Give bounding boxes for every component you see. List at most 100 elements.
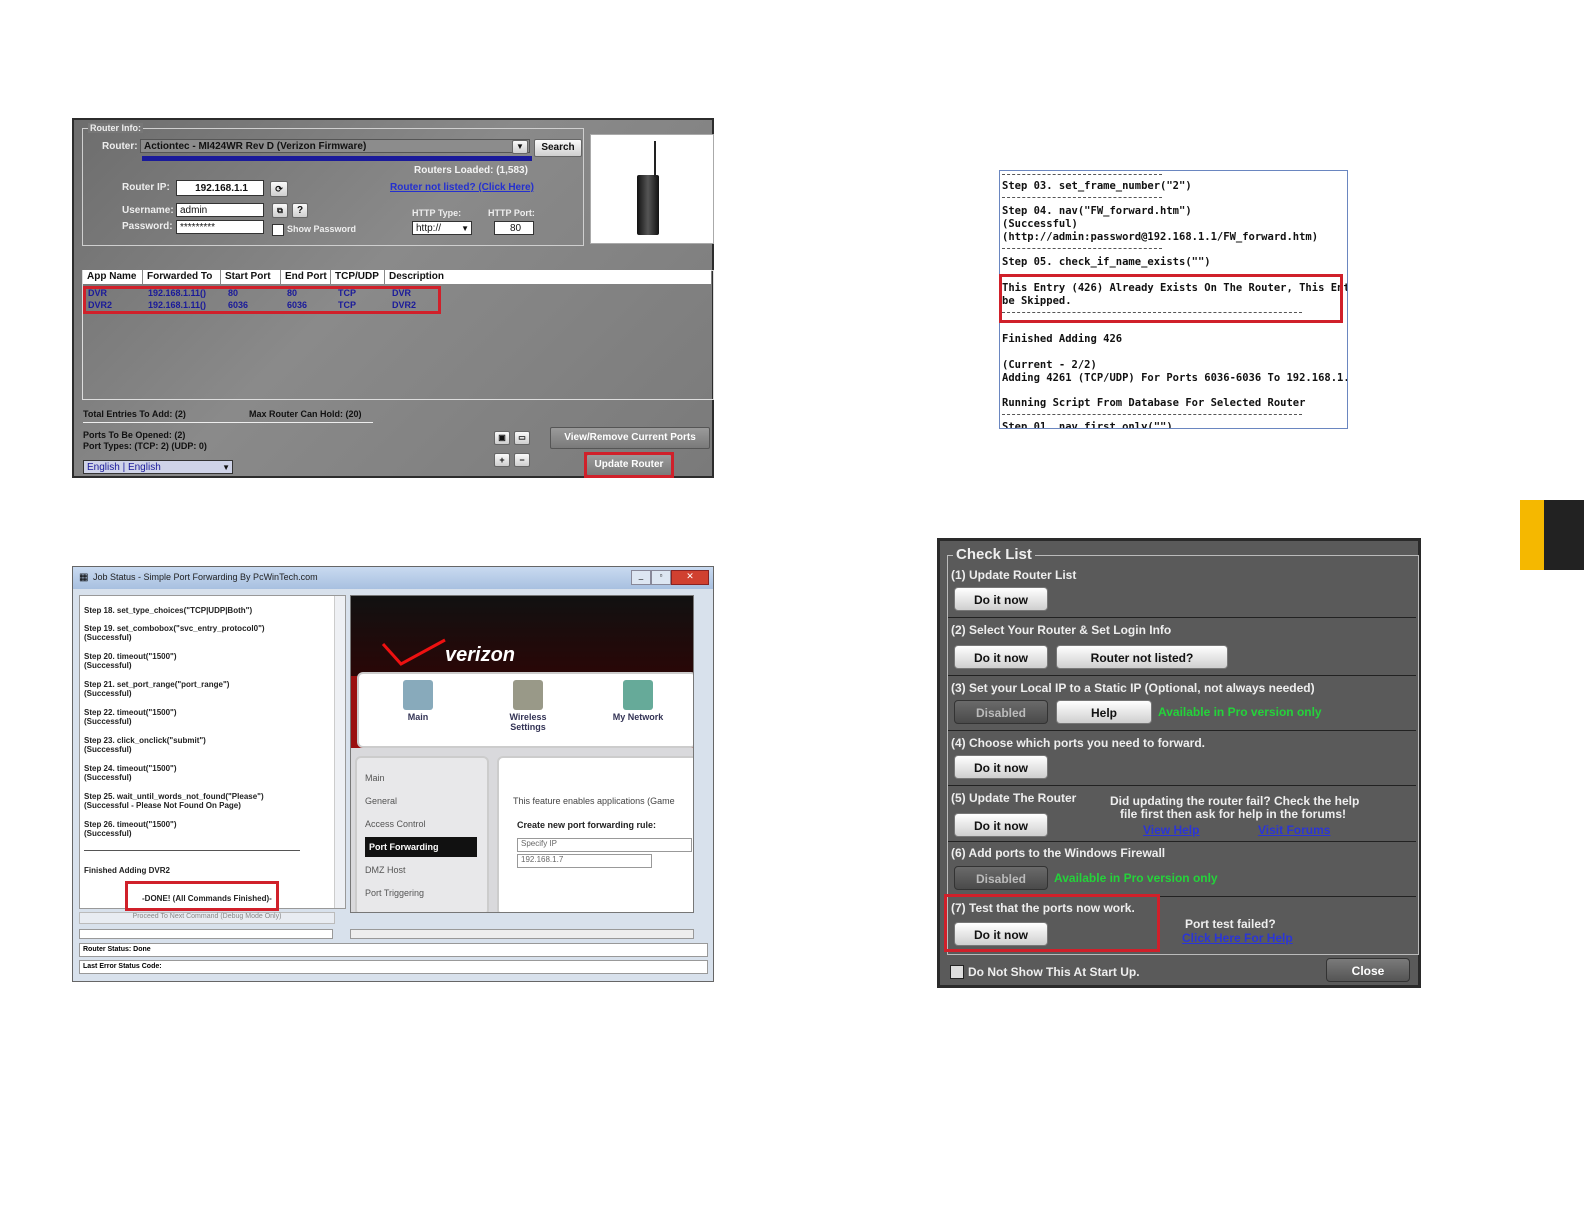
log-line: Step 03. set_frame_number("2") [1002,180,1192,192]
divider [1002,174,1162,175]
progress-bar [142,156,532,161]
close-icon[interactable]: ✕ [671,570,709,585]
col-tcp-udp: TCP/UDP [331,270,385,284]
log-line: Step 19. set_combobox("svc_entry_protoco… [84,624,265,633]
step-6-disabled-button[interactable]: Disabled [954,866,1048,890]
network-icon[interactable] [623,680,653,710]
http-port-input[interactable]: 80 [494,221,534,235]
divider [948,785,1416,786]
col-app-name: App Name [83,270,143,284]
feature-text: This feature enables applications (Game [513,796,675,806]
username-label: Username: [122,205,174,216]
maximize-icon[interactable]: ▫ [651,570,671,585]
log-line: Step 04. nav("FW_forward.htm") [1002,205,1192,217]
router-select[interactable]: Actiontec - MI424WR Rev D (Verizon Firmw… [140,139,530,153]
routers-loaded: Routers Loaded: (1,583) [414,165,528,176]
menu-item[interactable]: Access Control [365,814,477,834]
divider [948,841,1416,842]
divider [84,850,300,851]
refresh-icon[interactable]: ⟳ [270,181,288,197]
visit-forums-link[interactable]: Visit Forums [1258,823,1330,837]
left-menu: Main General Access Control Port Forward… [355,756,489,912]
log-line: Finished Adding 426 [1002,333,1123,345]
h-scrollbar[interactable] [350,929,694,939]
step-3-disabled-button[interactable]: Disabled [954,700,1048,724]
search-button[interactable]: Search [534,139,582,157]
save-icon[interactable]: ▣ [494,431,510,445]
log-line: Step 18. set_type_choices("TCP|UDP|Both"… [84,606,253,615]
log-line: Step 24. timeout("1500") [84,764,177,773]
log-scrollbar[interactable] [334,596,345,908]
port-types: Port Types: (TCP: 2) (UDP: 0) [83,441,207,451]
router-body [637,175,659,235]
port-test-failed: Port test failed? [1185,917,1276,931]
step-4-do-it-button[interactable]: Do it now [954,755,1048,779]
log-line: Step 25. wait_until_words_not_found("Ple… [84,792,264,801]
language-value: English | English [87,462,161,473]
step-5-do-it-button[interactable]: Do it now [954,813,1048,837]
router-select-value: Actiontec - MI424WR Rev D (Verizon Firmw… [144,141,367,152]
router-ip-label: Router IP: [122,182,170,193]
job-status-window: ▦ Job Status - Simple Port Forwarding By… [72,566,714,982]
click-here-help-link[interactable]: Click Here For Help [1182,931,1293,945]
menu-item[interactable]: DMZ Host [365,860,477,880]
log-line: Step 23. click_onclick("submit") [84,736,206,745]
divider [948,675,1416,676]
chevron-down-icon[interactable]: ▼ [512,140,528,154]
menu-item-active[interactable]: Port Forwarding [365,837,477,857]
router-ip-input[interactable]: 192.168.1.1 [176,180,264,196]
col-end-port: End Port [281,270,331,284]
nav-my-network[interactable]: My Network [603,712,673,722]
help-button[interactable]: Help [1056,700,1152,724]
show-password-checkbox[interactable] [272,224,284,236]
main-icon[interactable] [403,680,433,710]
dont-show-checkbox[interactable] [950,965,964,979]
log-line: (Successful) [84,689,132,698]
col-start-port: Start Port [221,270,281,284]
view-remove-ports-button[interactable]: View/Remove Current Ports [550,427,710,449]
add-icon[interactable]: + [494,453,510,467]
nav-wireless-settings[interactable]: Wireless Settings [499,712,557,732]
nav-main[interactable]: Main [393,712,443,722]
copy-icon[interactable]: ⧉ [272,203,288,218]
remove-icon[interactable]: − [514,453,530,467]
http-port-label: HTTP Port: [488,208,535,218]
username-input[interactable]: admin [176,203,264,217]
step-2-do-it-button[interactable]: Do it now [954,645,1048,669]
page-tab-dark [1544,500,1584,570]
router-not-listed-link[interactable]: Router not listed? (Click Here) [390,182,534,193]
http-type-select[interactable]: http:// ▼ [412,221,472,235]
ip-input[interactable]: 192.168.1.7 [517,854,652,868]
help-icon[interactable]: ? [292,203,308,218]
page-tab-accent [1520,500,1544,570]
proceed-button[interactable]: Proceed To Next Command (Debug Mode Only… [79,912,335,924]
log-line: Step 22. timeout("1500") [84,708,177,717]
highlight-box [584,452,674,478]
menu-item[interactable]: Port Triggering [365,883,477,903]
specify-ip-value: Specify IP [521,839,558,848]
view-help-link[interactable]: View Help [1143,823,1199,837]
wireless-icon[interactable] [513,680,543,710]
title-bar: ▦ Job Status - Simple Port Forwarding By… [73,567,713,589]
step-5-label: (5) Update The Router [951,791,1077,805]
menu-item[interactable]: Main [365,768,477,788]
language-select[interactable]: English | English ▼ [83,460,233,474]
close-button[interactable]: Close [1326,958,1410,982]
password-input[interactable]: ********* [176,220,264,234]
log-line: Step 21. set_port_range("port_range") [84,680,230,689]
log-line: (Successful) [84,717,132,726]
divider [948,617,1416,618]
check-list-window: Check List (1) Update Router List Do it … [937,538,1421,988]
router-not-listed-button[interactable]: Router not listed? [1056,645,1228,669]
fail-text-1: Did updating the router fail? Check the … [1110,794,1360,808]
menu-item[interactable]: General [365,791,477,811]
folder-icon[interactable]: ▭ [514,431,530,445]
ports-opened: Ports To Be Opened: (2) [83,430,186,440]
step-1-do-it-button[interactable]: Do it now [954,587,1048,611]
log-line: (Successful - Please Not Found On Page) [84,801,241,810]
log-line: (Current - 2/2) [1002,359,1097,371]
step-4-label: (4) Choose which ports you need to forwa… [951,736,1206,750]
col-forwarded-to: Forwarded To [143,270,221,284]
minimize-icon[interactable]: _ [631,570,651,585]
specify-ip-select[interactable]: Specify IP [517,838,692,852]
